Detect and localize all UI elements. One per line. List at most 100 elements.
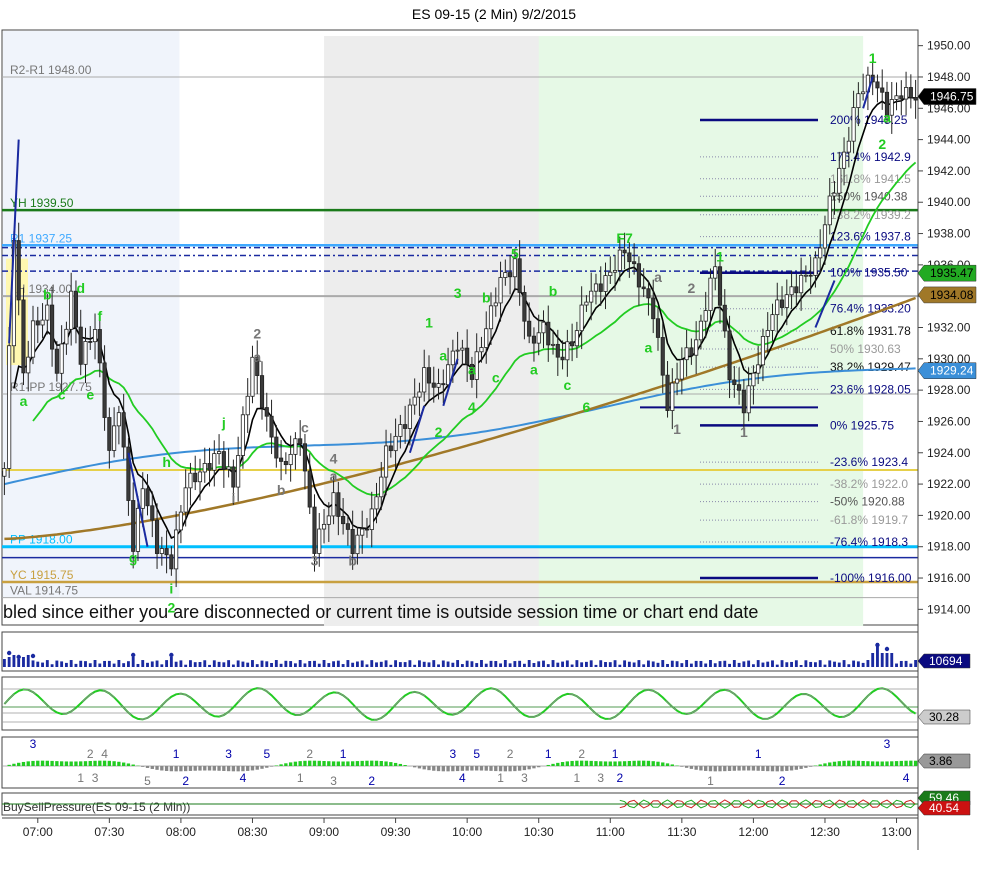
wave-label-33: c: [492, 369, 500, 385]
bottom-wave-label-21: 3: [521, 771, 528, 785]
candle-body: [913, 97, 918, 101]
time-tick-label-1: 07:30: [94, 825, 124, 839]
candle-body: [112, 425, 117, 451]
bottom-wave-label-26: 1: [612, 747, 619, 761]
candle-body: [441, 383, 446, 386]
candle-body: [808, 274, 813, 277]
time-tick-label-8: 11:00: [596, 825, 625, 839]
fib-label-13: -23.6% 1923.4: [830, 455, 908, 469]
fib-label-17: -76.4% 1918.3: [830, 535, 908, 549]
bottom-wave-label-25: 3: [597, 771, 604, 785]
candle-body: [655, 318, 661, 338]
candle-body: [832, 192, 837, 197]
bottom-wave-label-28: 1: [707, 774, 714, 788]
volume-spike-dot: [169, 652, 174, 658]
wave-label-17: i: [231, 490, 235, 506]
value-tag-label-0: 10694: [929, 654, 963, 668]
candle-body: [364, 528, 370, 531]
candle-body: [703, 310, 708, 322]
candle-body: [293, 438, 298, 455]
candle-body: [617, 249, 622, 271]
candle-body: [679, 359, 684, 380]
wave-label-11: e: [86, 387, 94, 403]
candle-body: [16, 240, 21, 301]
time-tick-label-6: 10:00: [452, 825, 482, 839]
candle-body: [660, 337, 665, 376]
wave-label-37: 6: [583, 399, 591, 415]
bsp-label: BuySellPressure(ES 09-15 (2 Min)): [3, 800, 190, 814]
time-tick-label-4: 09:00: [309, 825, 339, 839]
candle-body: [488, 305, 494, 330]
candle-body: [341, 516, 346, 525]
candle-body: [135, 507, 141, 552]
bottom-wave-label-29: 1: [755, 747, 762, 761]
wave-label-27: 2: [435, 424, 443, 440]
time-tick-label-11: 12:30: [810, 825, 840, 839]
wave-label-31: 4: [468, 399, 476, 415]
candle-body: [360, 528, 365, 536]
candle-body: [83, 341, 88, 365]
bottom-wave-label-7: 2: [182, 774, 189, 788]
candle-body: [121, 412, 126, 448]
wave-label-40: 2: [687, 280, 695, 296]
candle-body: [59, 343, 64, 374]
wave-label-36: c: [563, 377, 571, 393]
candle-body: [818, 247, 823, 259]
fib-label-5: 123.6% 1937.8: [830, 230, 911, 244]
candle-body: [784, 294, 789, 308]
candle-body: [741, 389, 746, 414]
bottom-wave-label-6: 5: [144, 774, 151, 788]
level-label-1: YH 1939.50: [10, 196, 74, 210]
price-tag-label-1: 1935.47: [930, 266, 974, 280]
bottom-wave-label-12: 1: [297, 771, 304, 785]
candle-body: [403, 424, 408, 429]
candle-body: [355, 534, 360, 555]
volume-spike-dot: [884, 646, 890, 652]
candle-body: [484, 328, 489, 348]
bottom-wave-label-23: 2: [578, 747, 585, 761]
bottom-wave-label-17: 5: [473, 747, 480, 761]
price-tick-label-13: 1940.00: [927, 195, 971, 209]
candle-body: [326, 515, 331, 525]
candle-body: [245, 395, 250, 416]
candle-body: [431, 382, 436, 388]
price-tick-label-6: 1926.00: [927, 414, 971, 428]
candle-body: [665, 374, 670, 411]
candle-body: [560, 356, 565, 361]
price-chart[interactable]: ES 09-15 (2 Min) 9/2/2015 R2-R1 1948.00 Y…: [0, 0, 994, 873]
candle-body: [178, 511, 183, 531]
wave-label-28: a: [439, 347, 447, 363]
value-tag-label-2: 3.86: [929, 754, 953, 768]
candle-body: [713, 266, 718, 279]
candle-body: [30, 320, 36, 358]
volume-spike-dot: [16, 654, 21, 660]
candle-body: [154, 519, 160, 554]
candle-body: [675, 378, 680, 384]
wave-label-20: b: [277, 482, 286, 498]
fib-label-14: -38.2% 1922.0: [830, 477, 908, 491]
candle-body: [579, 304, 584, 332]
candle-body: [574, 330, 579, 347]
candle-body: [460, 347, 465, 351]
candle-body: [837, 167, 842, 194]
wave-label-18: 2: [253, 325, 261, 341]
candle-body: [412, 396, 417, 406]
candle-body: [321, 523, 327, 530]
wave-label-32: b: [482, 289, 491, 305]
bottom-wave-label-1: 2: [87, 747, 94, 761]
bottom-wave-label-24: 1: [574, 771, 581, 785]
price-tick-label-5: 1924.00: [927, 446, 971, 460]
candle-body: [527, 320, 532, 337]
candle-body: [503, 272, 508, 278]
bottom-wave-label-2: 4: [101, 747, 108, 761]
candle-body: [894, 95, 899, 100]
candle-body: [298, 438, 303, 445]
candle-body: [102, 362, 107, 418]
candle-body: [717, 266, 723, 306]
candle-body: [727, 330, 732, 381]
candle-body: [197, 471, 203, 483]
candle-body: [636, 263, 641, 288]
bottom-wave-label-18: 4: [459, 771, 466, 785]
wave-label-38: a: [654, 269, 662, 285]
bottom-wave-label-27: 2: [616, 771, 623, 785]
